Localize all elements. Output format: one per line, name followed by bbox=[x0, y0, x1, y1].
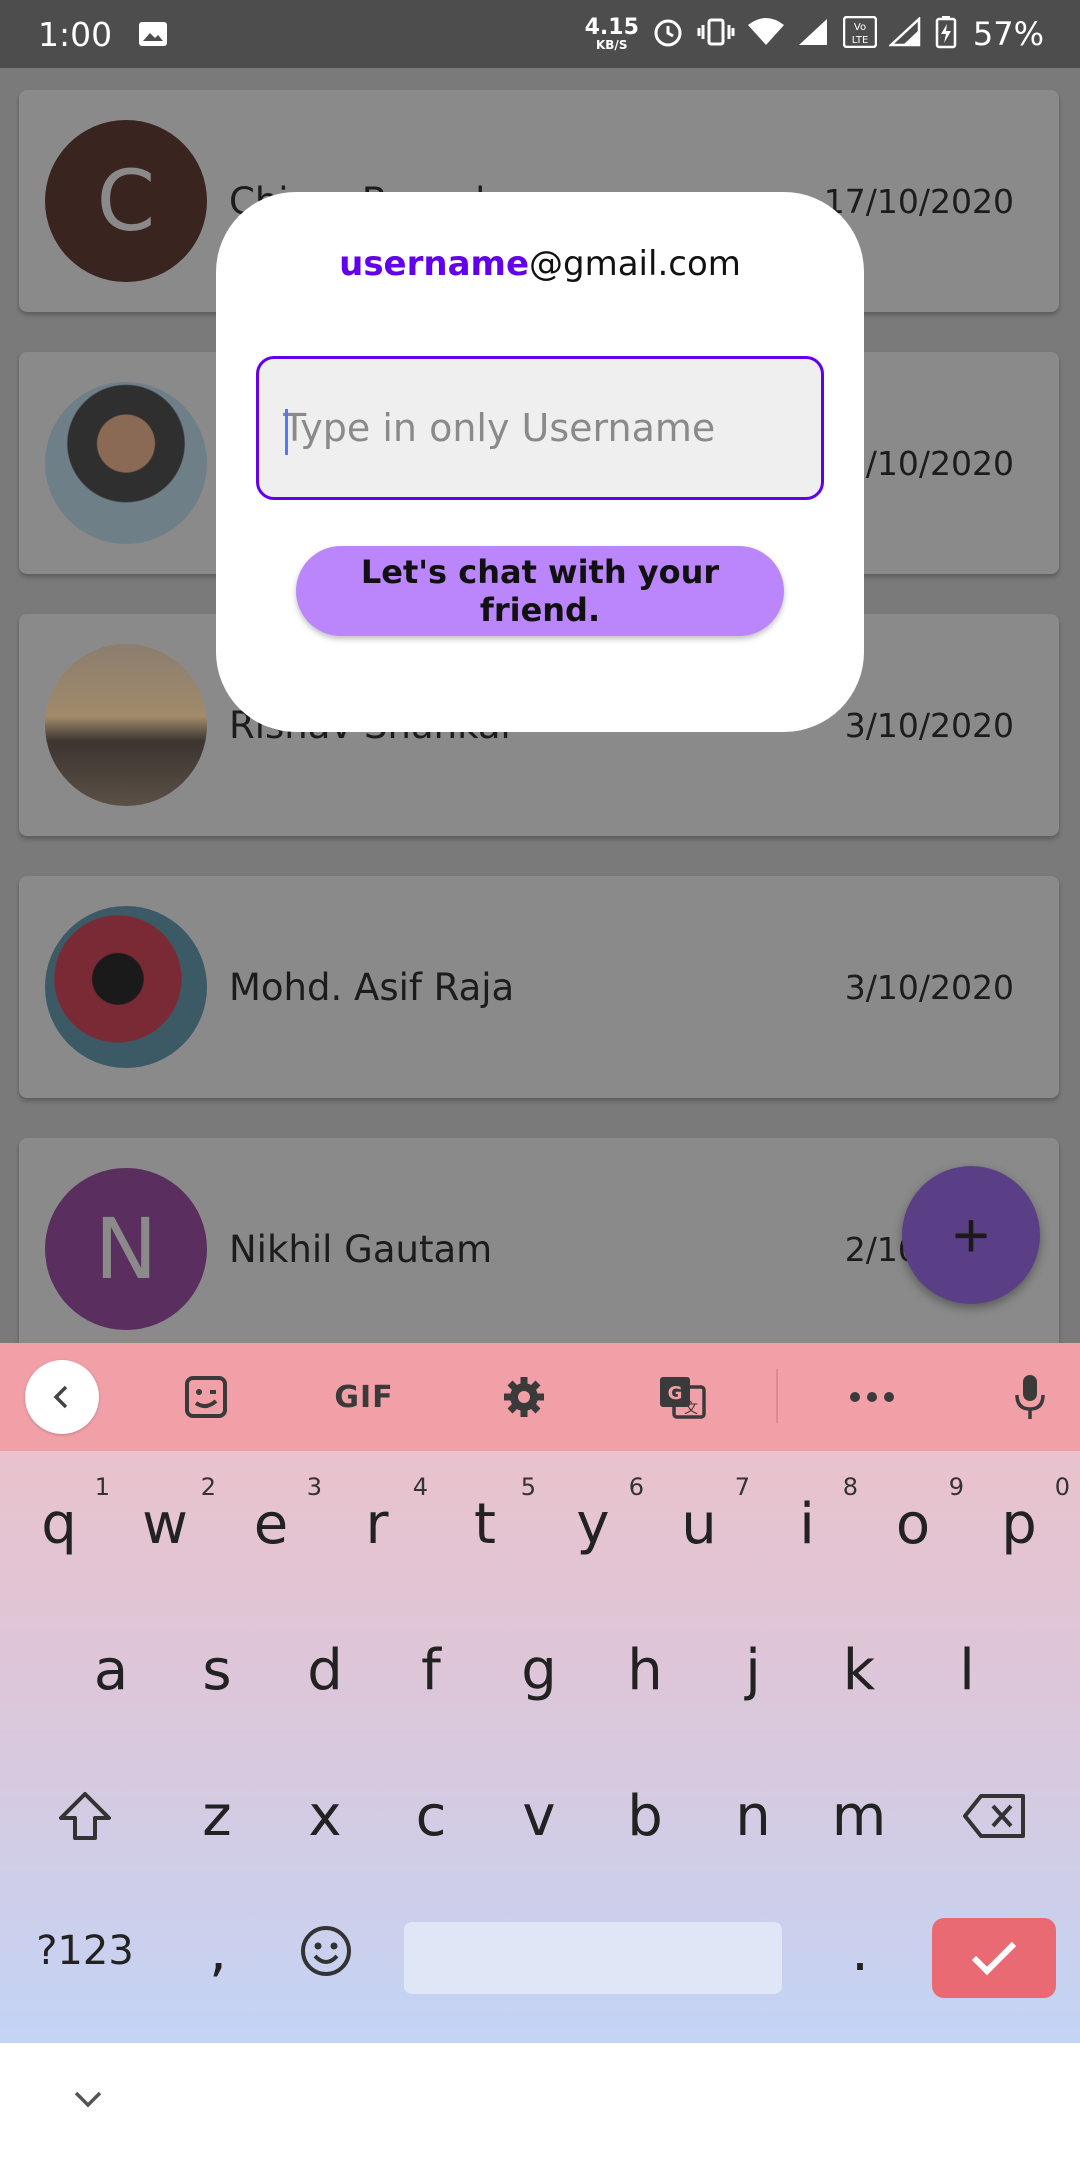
avatar bbox=[45, 382, 207, 544]
key-x[interactable]: x bbox=[272, 1743, 378, 1889]
username-dialog: username@gmail.com Let's chat with your … bbox=[216, 192, 864, 732]
username-input[interactable] bbox=[283, 406, 821, 450]
enter-key[interactable] bbox=[932, 1918, 1056, 1998]
microphone-icon[interactable] bbox=[1000, 1343, 1060, 1451]
avatar: N bbox=[45, 1168, 207, 1330]
svg-text:LTE: LTE bbox=[852, 35, 869, 46]
keyboard-row-2: a s d f g h j k l bbox=[0, 1597, 1080, 1743]
key-a[interactable]: a bbox=[58, 1597, 164, 1743]
key-k[interactable]: k bbox=[806, 1597, 912, 1743]
sticker-icon[interactable] bbox=[176, 1343, 236, 1451]
contact-name: Mohd. Asif Raja bbox=[229, 965, 515, 1009]
key-r[interactable]: r4 bbox=[324, 1451, 430, 1597]
more-icon[interactable] bbox=[842, 1343, 902, 1451]
contact-card[interactable]: Mohd. Asif Raja 3/10/2020 bbox=[19, 876, 1059, 1098]
svg-text:G: G bbox=[668, 1383, 683, 1404]
key-n[interactable]: n bbox=[700, 1743, 806, 1889]
emoji-icon bbox=[301, 1926, 351, 1976]
key-y[interactable]: y6 bbox=[540, 1451, 646, 1597]
status-time: 1:00 bbox=[38, 14, 113, 54]
username-field[interactable] bbox=[256, 356, 824, 500]
contact-date: 3/10/2020 bbox=[844, 967, 1014, 1007]
signal-icon-2 bbox=[887, 15, 923, 52]
comma-key[interactable]: , bbox=[168, 1883, 268, 2019]
key-e[interactable]: e3 bbox=[218, 1451, 324, 1597]
image-notification-icon bbox=[138, 21, 168, 47]
backspace-icon bbox=[963, 1794, 1025, 1838]
email-username: username bbox=[339, 244, 530, 284]
shift-icon bbox=[59, 1792, 111, 1840]
email-hint: username@gmail.com bbox=[216, 244, 864, 284]
contact-name: Nikhil Gautam bbox=[229, 1227, 493, 1271]
start-chat-button[interactable]: Let's chat with your friend. bbox=[296, 546, 784, 636]
soft-keyboard: GIF G文 q1 w2 e3 r4 t5 y6 u7 i8 o9 p0 a s… bbox=[0, 1343, 1080, 2043]
vibrate-icon bbox=[697, 17, 735, 52]
svg-text:Vo: Vo bbox=[854, 22, 866, 33]
key-m[interactable]: m bbox=[806, 1743, 912, 1889]
avatar: C bbox=[45, 120, 207, 282]
gear-icon[interactable] bbox=[494, 1343, 554, 1451]
plus-icon: + bbox=[952, 1199, 990, 1271]
key-v[interactable]: v bbox=[486, 1743, 592, 1889]
gif-button[interactable]: GIF bbox=[322, 1343, 406, 1451]
key-p[interactable]: p0 bbox=[966, 1451, 1072, 1597]
signal-icon bbox=[797, 17, 831, 52]
battery-percent: 57% bbox=[972, 15, 1044, 53]
translate-icon[interactable]: G文 bbox=[652, 1343, 712, 1451]
key-w[interactable]: w2 bbox=[112, 1451, 218, 1597]
add-chat-button[interactable]: + bbox=[902, 1166, 1040, 1304]
keyboard-toolbar: GIF G文 bbox=[0, 1343, 1080, 1451]
email-domain: @gmail.com bbox=[529, 244, 741, 284]
key-b[interactable]: b bbox=[592, 1743, 698, 1889]
key-f[interactable]: f bbox=[378, 1597, 484, 1743]
avatar bbox=[45, 644, 207, 806]
svg-text:文: 文 bbox=[684, 1401, 698, 1417]
check-icon bbox=[971, 1941, 1017, 1976]
keyboard-row-1: q1 w2 e3 r4 t5 y6 u7 i8 o9 p0 bbox=[0, 1451, 1080, 1597]
navigation-bar bbox=[0, 2043, 1080, 2160]
volte-icon: Vo LTE bbox=[842, 15, 878, 53]
avatar bbox=[45, 906, 207, 1068]
keyboard-row-3: z x c v b n m bbox=[0, 1743, 1080, 1889]
chevron-left-icon bbox=[25, 1360, 99, 1434]
key-j[interactable]: j bbox=[700, 1597, 806, 1743]
text-cursor bbox=[285, 409, 288, 455]
key-g[interactable]: g bbox=[486, 1597, 592, 1743]
backspace-key[interactable] bbox=[940, 1743, 1050, 1889]
toolbar-divider bbox=[776, 1369, 778, 1423]
key-h[interactable]: h bbox=[592, 1597, 698, 1743]
key-u[interactable]: u7 bbox=[646, 1451, 752, 1597]
emoji-key[interactable] bbox=[276, 1883, 376, 2019]
status-bar: 1:00 4.15 KB/S Vo LTE 57% bbox=[0, 0, 1080, 68]
key-z[interactable]: z bbox=[164, 1743, 270, 1889]
symbols-key[interactable]: ?123 bbox=[20, 1883, 150, 2019]
space-bar[interactable] bbox=[404, 1922, 782, 1994]
wifi-icon bbox=[747, 17, 785, 52]
shift-key[interactable] bbox=[30, 1743, 140, 1889]
network-speed: 4.15 KB/S bbox=[584, 15, 639, 52]
key-l[interactable]: l bbox=[914, 1597, 1020, 1743]
key-d[interactable]: d bbox=[272, 1597, 378, 1743]
period-key[interactable]: . bbox=[810, 1883, 910, 2019]
chevron-down-icon bbox=[74, 2091, 102, 2108]
alarm-icon bbox=[651, 15, 685, 54]
key-o[interactable]: o9 bbox=[860, 1451, 966, 1597]
hide-keyboard-button[interactable] bbox=[70, 2087, 106, 2116]
key-i[interactable]: i8 bbox=[754, 1451, 860, 1597]
key-q[interactable]: q1 bbox=[6, 1451, 112, 1597]
key-c[interactable]: c bbox=[378, 1743, 484, 1889]
contact-date: 3/10/2020 bbox=[844, 705, 1014, 745]
keyboard-back-button[interactable] bbox=[25, 1343, 99, 1451]
battery-charging-icon bbox=[935, 15, 957, 54]
key-s[interactable]: s bbox=[164, 1597, 270, 1743]
key-t[interactable]: t5 bbox=[432, 1451, 538, 1597]
